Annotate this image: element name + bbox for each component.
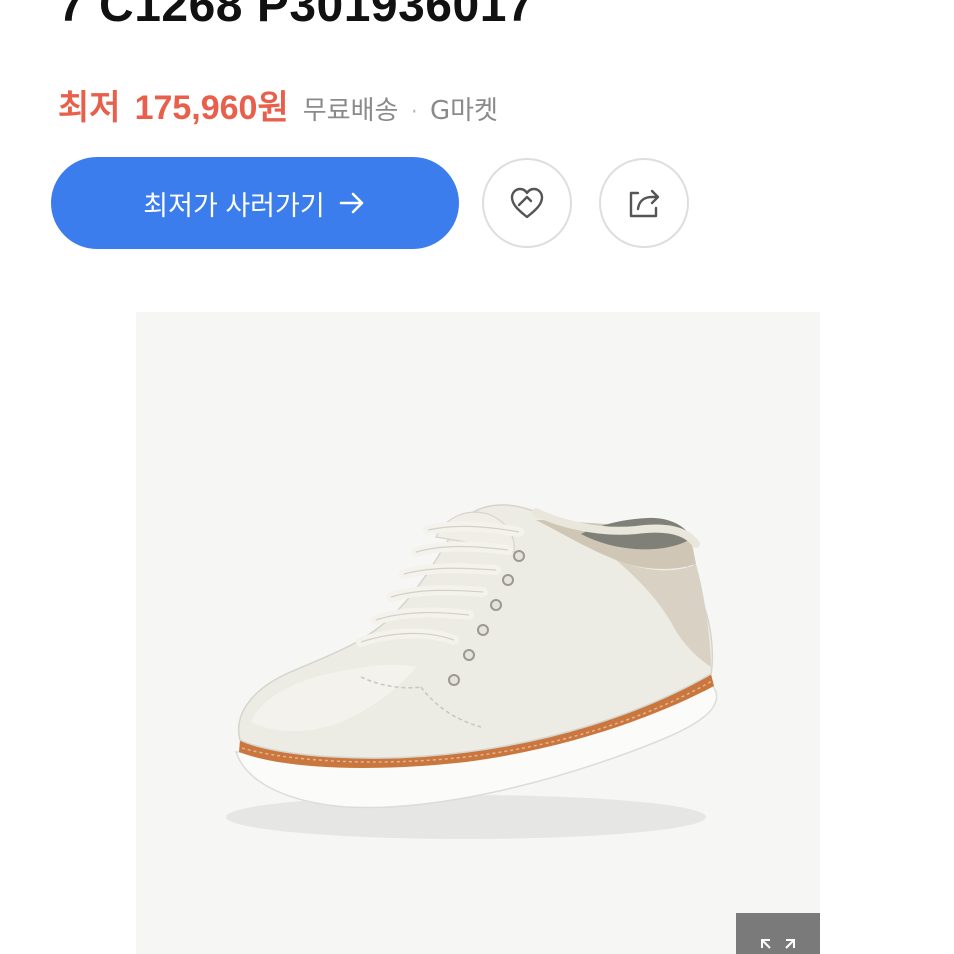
share-button[interactable] (599, 158, 689, 248)
arrow-right-icon (339, 192, 363, 214)
shipping-info: 무료배송 · G마켓 (303, 90, 498, 127)
shipping-label: 무료배송 (302, 96, 399, 126)
separator: · (410, 100, 418, 125)
buy-button-label: 최저가 사러가기 (143, 190, 325, 221)
product-image[interactable] (136, 312, 820, 954)
heart-icon (510, 187, 544, 219)
expand-icon (761, 939, 795, 949)
seller-name: G마켓 (429, 96, 498, 126)
buy-lowest-price-button[interactable]: 최저가 사러가기 (51, 157, 459, 249)
share-icon (629, 189, 660, 218)
sneaker-image (226, 504, 718, 839)
lowest-price-label: 최저 (58, 88, 121, 128)
price-row: 최저 175,960원 무료배송 · G마켓 (58, 80, 498, 129)
product-title: 7 C1268 P301936017 (58, 0, 535, 32)
wishlist-button[interactable] (482, 158, 572, 248)
lowest-price-value: 175,960원 (134, 89, 289, 127)
expand-image-button[interactable] (736, 913, 820, 954)
